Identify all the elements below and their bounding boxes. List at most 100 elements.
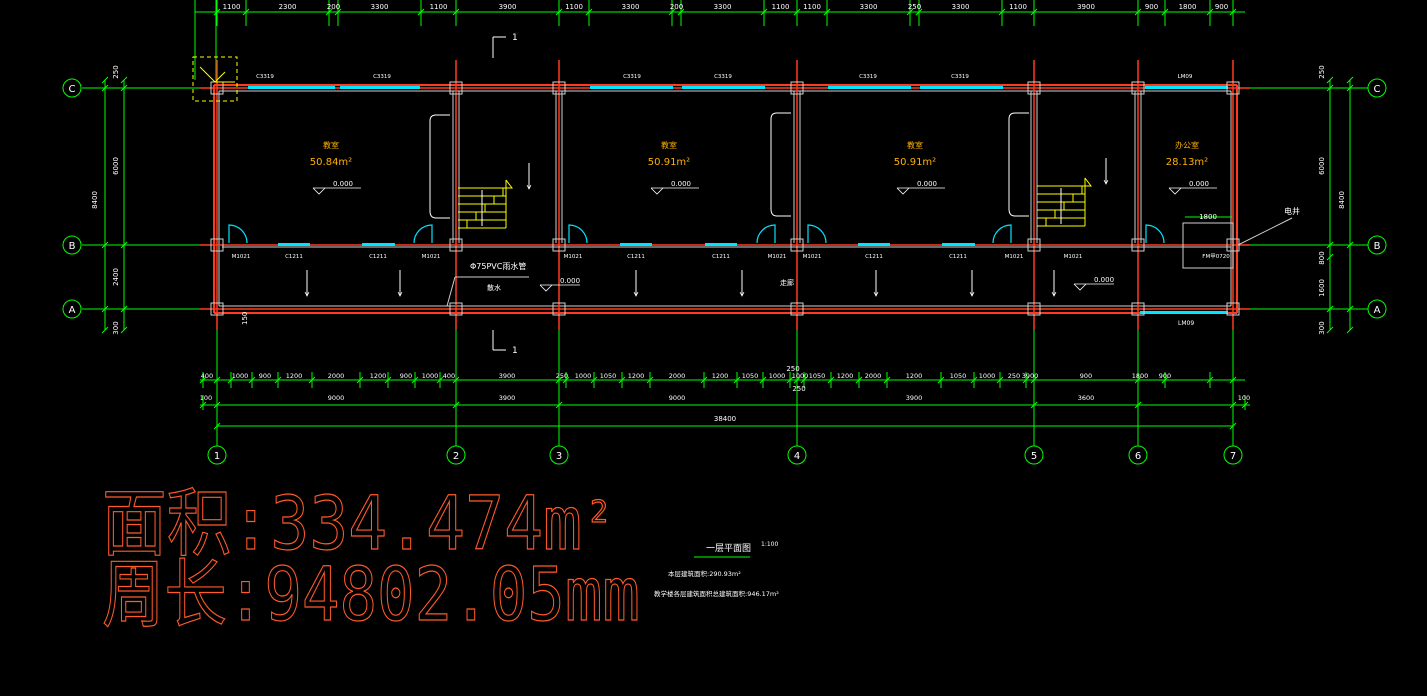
stairwell-frame (770, 112, 791, 217)
corridor-tag: C1211 (369, 254, 387, 260)
bottom-dim-label-1: 250 (1008, 372, 1020, 380)
top-dim-label: 1100 (803, 3, 821, 11)
left-dim-label: 8400 (91, 191, 99, 209)
window-tag-top: C3319 (951, 74, 969, 80)
top-dim-label: 200 (327, 3, 340, 11)
bottom-dim-label-1: 1000 (979, 372, 996, 380)
axis-label-row: C (1374, 84, 1381, 95)
window-corridor (858, 243, 890, 246)
staircases (458, 177, 1092, 229)
left-dim-label: 6000 (112, 157, 120, 175)
axis-label-row: B (1374, 241, 1381, 252)
axis-label-row: B (69, 241, 76, 252)
top-dim-label: 3300 (371, 3, 389, 11)
top-dim-label: 250 (908, 3, 921, 11)
elev-corridor-2: 0.000 (1094, 276, 1114, 284)
axis-label-column: 4 (794, 451, 800, 462)
top-dim-label: 2300 (279, 3, 297, 11)
corridor-tag: C1211 (949, 254, 967, 260)
corridor-tag: M1021 (1005, 254, 1024, 260)
bottom-dim-label-1: 1050 (809, 372, 826, 380)
bottom-dim-label-2: 9000 (328, 394, 345, 402)
axis-label-column: 2 (453, 451, 459, 462)
area-note-2: 教学楼各层建筑面积总建筑面积:946.17m² (654, 589, 779, 598)
left-dim-label: 2400 (112, 268, 120, 286)
total-dimension: 38400 (714, 415, 736, 423)
corridor-tag: M1021 (564, 254, 583, 260)
bottom-dim-label-1: 3900 (499, 372, 516, 380)
bottom-dim-label-1: 1200 (712, 372, 729, 380)
axis-label-column: 1 (214, 451, 220, 462)
corridor-tag: C1211 (627, 254, 645, 260)
room-elevation: 0.000 (333, 180, 353, 188)
axis-label-row: A (69, 305, 76, 316)
drawing-title: 一层平面图 (706, 543, 751, 554)
bottom-dim-label-1: 900 (259, 372, 271, 380)
right-dim-label: 1600 (1318, 279, 1326, 297)
door-swing (228, 224, 248, 244)
corridor-tag: C1211 (285, 254, 303, 260)
bottom-dim-label-1: 1200 (837, 372, 854, 380)
top-dim-label: 1100 (430, 3, 448, 11)
axis-label-row: C (69, 84, 76, 95)
window-corridor (362, 243, 395, 246)
elevation-symbol (312, 187, 361, 195)
bottom-dim-label-2: 100 (1238, 394, 1250, 402)
bottom-dim-label-1: 1800 (1132, 372, 1149, 380)
bottom-dim-label-2: 3900 (499, 394, 516, 402)
window-corridor (620, 243, 652, 246)
walls (200, 60, 1293, 330)
left-dim-label: 300 (112, 321, 120, 334)
corridor-tag: C1211 (712, 254, 730, 260)
window-top (248, 86, 335, 89)
window-corridor (942, 243, 975, 246)
elevation-symbol (650, 187, 699, 195)
top-dim-label: 900 (1145, 3, 1158, 11)
top-dim-label: 3300 (952, 3, 970, 11)
label-electric-shaft: 电井 (1284, 206, 1300, 216)
window-tag-top: C3319 (373, 74, 391, 80)
axis-label-column: 5 (1031, 451, 1037, 462)
bottom-dim-label-2: 9000 (669, 394, 686, 402)
window-top (590, 86, 673, 89)
bottom-dim-label-1: 1050 (950, 372, 967, 380)
bottom-dim-label-1: 2000 (669, 372, 686, 380)
leader-electric-shaft (1237, 217, 1293, 246)
window-tag-top: C3319 (714, 74, 732, 80)
bottom-dim-label-1: 1200 (370, 372, 387, 380)
bottom-dim-label-1: 400 (201, 372, 213, 380)
corridor-tag: M1021 (768, 254, 787, 260)
window-top (340, 86, 420, 89)
corridor-tag: M1021 (1064, 254, 1083, 260)
right-dim-label: 250 (1318, 65, 1326, 78)
room-elevation: 0.000 (917, 180, 937, 188)
window-top (828, 86, 911, 89)
room-elevation: 0.000 (1189, 180, 1209, 188)
room-area: 50.91m² (894, 157, 936, 168)
left-dim-label: 250 (112, 65, 120, 78)
top-dim-label: 1100 (1009, 3, 1027, 11)
room-area: 28.13m² (1166, 157, 1208, 168)
right-dim-label: 800 (1318, 251, 1326, 264)
corridor-tag: C1211 (865, 254, 883, 260)
axis-label-column: 3 (556, 451, 562, 462)
window-top (1145, 86, 1228, 89)
corridor-tag: M1021 (803, 254, 822, 260)
bottom-dim-label-2: 3900 (906, 394, 923, 402)
window-tag-top: LM09 (1178, 74, 1193, 80)
top-dim-label: 1100 (223, 3, 241, 11)
bottom-dim-label-1: 2000 (328, 372, 345, 380)
window-top (682, 86, 765, 89)
bottom-dim-label-1: 1200 (906, 372, 923, 380)
window-corridor (705, 243, 737, 246)
stairwell-frame (429, 114, 450, 219)
room-name: 教室 (661, 140, 677, 150)
area-note-1: 本层建筑面积:290.93m² (668, 569, 741, 578)
bottom-dim-label-1: 400 (443, 372, 455, 380)
floor-plan-drawing: 1100 2300 200 3300 1100 3900 1100 3300 200 3300 11… (62, 0, 1387, 639)
window-corridor (278, 243, 310, 246)
elev-corridor-1: 0.000 (560, 277, 580, 285)
pvc-note: Φ75PVC雨水管 (470, 261, 526, 271)
room-area: 50.91m² (648, 157, 690, 168)
dimension-lines: 1100 2300 200 3300 1100 3900 1100 3300 200 3300 11… (82, 0, 1368, 446)
